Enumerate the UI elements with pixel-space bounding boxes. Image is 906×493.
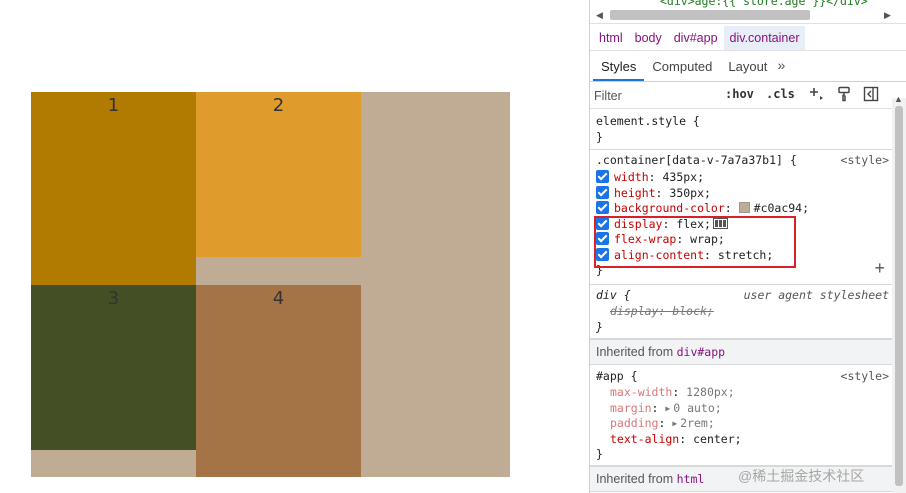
paint-roller-icon[interactable] <box>837 86 851 105</box>
inherited-from-app: Inherited from div#app <box>590 339 893 365</box>
rule-selector[interactable]: element.style { <box>596 114 700 129</box>
scroll-thumb[interactable] <box>610 10 810 20</box>
scroll-thumb[interactable] <box>895 106 903 486</box>
filter-input[interactable] <box>594 85 714 106</box>
tab-styles[interactable]: Styles <box>593 52 645 81</box>
rule-close: } <box>596 130 603 144</box>
inherited-source-link[interactable]: html <box>677 472 705 486</box>
flex-item-4: 4 <box>196 285 361 477</box>
declaration-background-color[interactable]: background-color: #c0ac94; <box>596 201 809 216</box>
checkbox-icon[interactable] <box>596 170 609 183</box>
checkbox-icon[interactable] <box>596 201 609 214</box>
style-origin-label: user agent stylesheet <box>743 288 889 302</box>
elements-source-strip: <div>age:{{ store.age }}</div> ◀ ▶ <box>590 0 906 24</box>
flex-item-2: 2 <box>196 92 361 257</box>
source-line: <div>age:{{ store.age }}</div> <box>660 0 868 8</box>
add-property-icon[interactable]: + <box>874 258 885 279</box>
hov-toggle[interactable]: :hov <box>725 87 754 101</box>
rule-selector[interactable]: #app { <box>596 369 638 384</box>
ua-div-rule: div { user agent stylesheet display: blo… <box>590 285 893 339</box>
flex-item-1: 1 <box>31 92 196 285</box>
styles-toolbar: :hov .cls <box>590 82 906 109</box>
breadcrumb-body[interactable]: body <box>629 26 668 50</box>
checkbox-icon[interactable] <box>596 185 609 199</box>
flex-item-3: 3 <box>31 285 196 450</box>
style-origin-link[interactable]: <style> <box>841 153 889 167</box>
declaration-display-block: display: block; <box>610 304 714 318</box>
cls-toggle[interactable]: .cls <box>766 87 795 101</box>
chevrons-right-icon[interactable]: » <box>775 52 785 81</box>
rule-close: } <box>596 447 603 461</box>
expand-triangle-icon[interactable]: ▶ <box>665 401 670 416</box>
declaration-width[interactable]: width: 435px; <box>596 170 704 185</box>
scroll-up-icon[interactable]: ▲ <box>894 94 903 104</box>
declaration-max-width[interactable]: max-width: 1280px; <box>610 385 735 400</box>
declaration-height[interactable]: height: 350px; <box>596 185 711 201</box>
rule-selector[interactable]: .container[data-v-7a7a37b1] { <box>596 153 797 168</box>
rendered-page: 1 2 3 4 <box>0 0 589 493</box>
highlight-box <box>594 216 796 268</box>
breadcrumb: html body div#app div.container <box>590 26 906 51</box>
styles-pane: element.style { } .container[data-v-7a7a… <box>590 110 893 493</box>
styles-tabs: Styles Computed Layout » <box>590 52 906 82</box>
expand-triangle-icon[interactable]: ▶ <box>672 416 677 431</box>
toggle-sidebar-icon[interactable] <box>863 86 879 105</box>
tab-computed[interactable]: Computed <box>644 52 720 81</box>
style-origin-link[interactable]: <style> <box>841 369 889 383</box>
scroll-left-icon[interactable]: ◀ <box>596 9 603 21</box>
scroll-right-icon[interactable]: ▶ <box>884 9 891 21</box>
devtools-panel: <div>age:{{ store.age }}</div> ◀ ▶ html … <box>589 0 906 493</box>
watermark: @稀土掘金技术社区 <box>738 468 865 484</box>
rule-selector: div { <box>596 288 631 302</box>
tab-layout[interactable]: Layout <box>720 52 775 81</box>
vertical-scrollbar[interactable]: ▲ <box>892 94 906 493</box>
horizontal-scrollbar[interactable]: ◀ ▶ <box>594 9 894 21</box>
declaration-text-align[interactable]: text-align: center; <box>610 432 742 447</box>
app-rule: #app { <style> max-width: 1280px; margin… <box>590 365 893 466</box>
breadcrumb-div-app[interactable]: div#app <box>668 26 724 50</box>
color-swatch[interactable] <box>738 202 750 213</box>
breadcrumb-html[interactable]: html <box>593 26 629 50</box>
new-style-rule-icon[interactable] <box>808 86 824 105</box>
inherited-source-link[interactable]: div#app <box>677 345 725 359</box>
declaration-margin[interactable]: margin: ▶ 0 auto; <box>610 401 722 416</box>
rule-close: } <box>596 320 603 334</box>
flex-container: 1 2 3 4 <box>31 92 510 477</box>
declaration-padding[interactable]: padding: ▶ 2rem; <box>610 416 715 431</box>
element-style-rule: element.style { } <box>590 110 893 150</box>
breadcrumb-div-container[interactable]: div.container <box>723 26 806 50</box>
